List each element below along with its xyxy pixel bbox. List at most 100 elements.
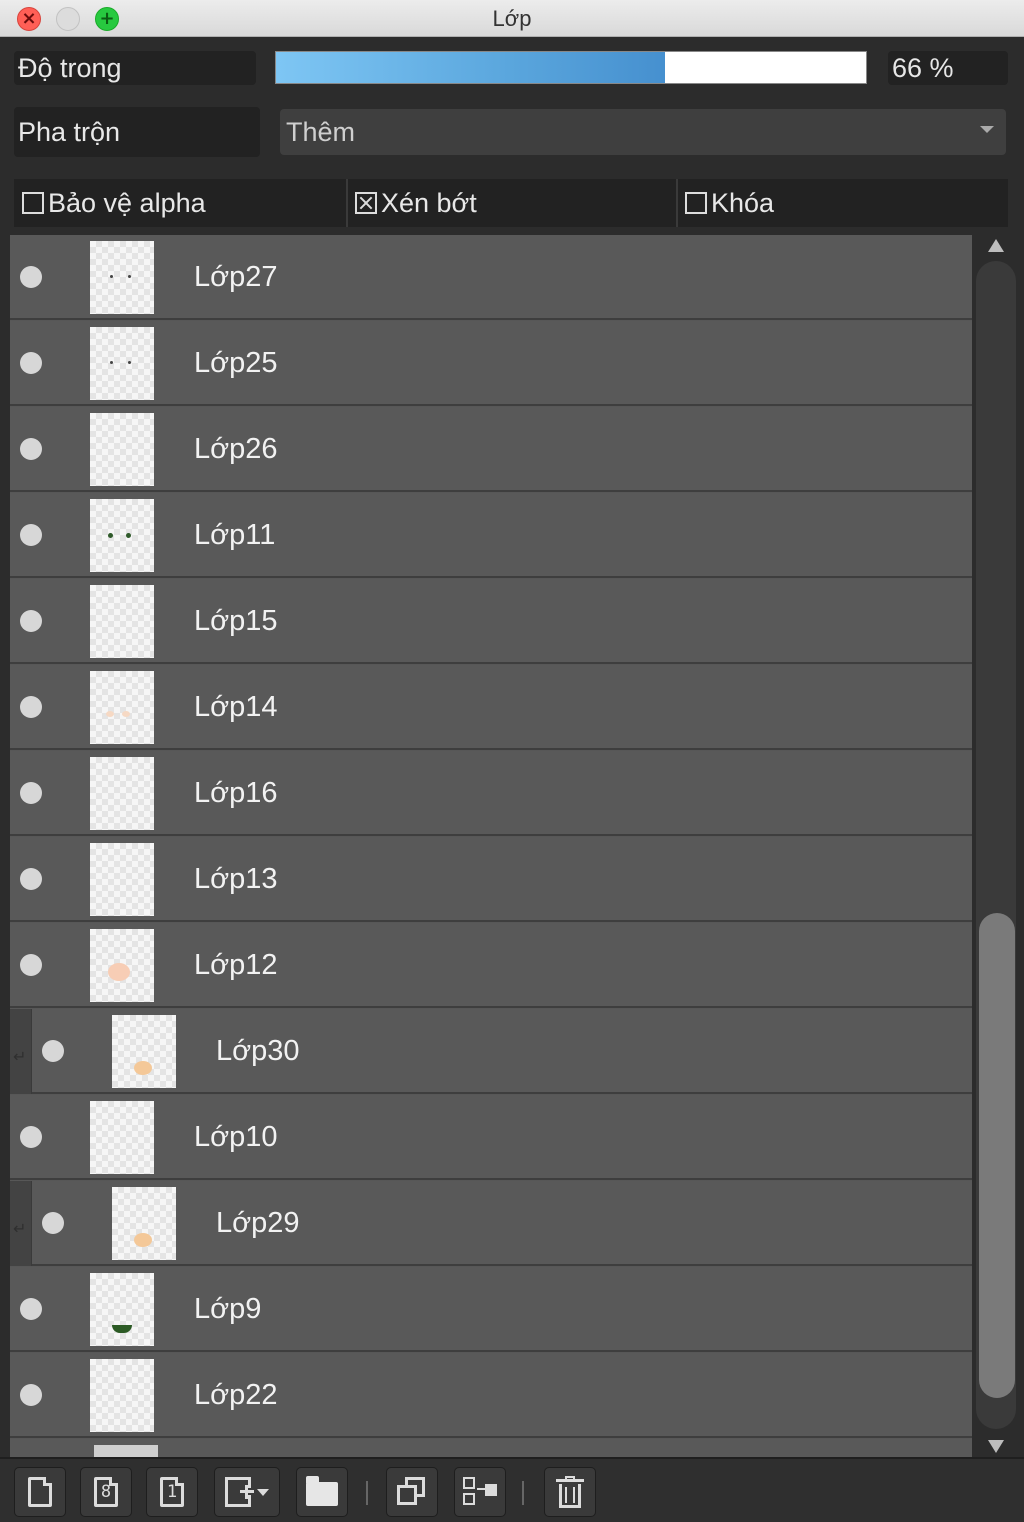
- alpha-protect-label: Bảo vệ alpha: [48, 187, 206, 218]
- layer-thumbnail: [90, 1273, 154, 1346]
- layer-row[interactable]: Lớp13: [10, 837, 972, 922]
- layer-list[interactable]: Lớp27 Lớp25 Lớp26 Lớp11 Lớp15 Lớp14 Lớp16 Lớp13…: [10, 235, 972, 1457]
- clip-arrow-icon: ↵: [13, 1219, 27, 1238]
- layer-row[interactable]: Lớp12: [10, 923, 972, 1008]
- layer-thumbnail: [90, 585, 154, 658]
- layer-row[interactable]: [10, 1439, 972, 1457]
- duplicate-layer-button[interactable]: [386, 1467, 438, 1517]
- layer-name: Lớp15: [194, 605, 278, 637]
- blend-mode-label: Pha trộn: [14, 107, 260, 157]
- folder-icon: [306, 1476, 338, 1506]
- layer-name: Lớp16: [194, 777, 278, 809]
- divider: [676, 179, 678, 227]
- new-1bit-layer-button[interactable]: 1: [146, 1467, 198, 1517]
- layer-name: Lớp22: [194, 1379, 278, 1411]
- layer-row[interactable]: ↵ Lớp29: [10, 1181, 972, 1266]
- layer-thumbnail: [90, 929, 154, 1002]
- delete-layer-button[interactable]: [544, 1467, 596, 1517]
- visibility-toggle-icon[interactable]: [20, 524, 42, 546]
- lock-checkbox[interactable]: Khóa: [685, 179, 774, 227]
- checkbox-icon: [685, 192, 707, 214]
- layer-thumbnail: [90, 413, 154, 486]
- layer-options-bar: Bảo vệ alpha Xén bớt Khóa: [14, 179, 1008, 227]
- layer-thumbnail: [90, 671, 154, 744]
- thumbnail-mark: [110, 361, 113, 364]
- visibility-toggle-icon[interactable]: [20, 352, 42, 374]
- layer-row[interactable]: Lớp16: [10, 751, 972, 836]
- thumbnail-mark: [128, 361, 131, 364]
- duplicate-layer-icon: [397, 1477, 427, 1507]
- scroll-down-arrow-icon[interactable]: [988, 1440, 1004, 1453]
- alpha-protect-checkbox[interactable]: Bảo vệ alpha: [22, 179, 206, 227]
- add-layer-menu-button[interactable]: [214, 1467, 280, 1517]
- thumbnail-mark: [108, 533, 113, 538]
- thumbnail-mark: [106, 711, 114, 717]
- thumbnail-mark: [122, 711, 130, 717]
- layer-name: Lớp26: [194, 433, 278, 465]
- clipping-checkbox[interactable]: Xén bớt: [355, 179, 477, 227]
- blend-mode-select[interactable]: Thêm: [280, 109, 1006, 155]
- clipping-indicator: ↵: [10, 1009, 32, 1094]
- visibility-toggle-icon[interactable]: [20, 438, 42, 460]
- checkbox-icon: [22, 192, 44, 214]
- visibility-toggle-icon[interactable]: [20, 868, 42, 890]
- toolbar-divider: [366, 1481, 368, 1505]
- layer-row[interactable]: Lớp14: [10, 665, 972, 750]
- merge-down-icon: [463, 1477, 497, 1507]
- new-layer-button[interactable]: [14, 1467, 66, 1517]
- scroll-thumb[interactable]: [979, 913, 1015, 1398]
- visibility-toggle-icon[interactable]: [42, 1040, 64, 1062]
- add-layer-menu-icon: [225, 1477, 254, 1507]
- divider: [346, 179, 348, 227]
- opacity-label: Độ trong: [14, 51, 256, 85]
- layer-name: Lớp10: [194, 1121, 278, 1153]
- layer-thumbnail: [112, 1187, 176, 1260]
- clip-arrow-icon: ↵: [13, 1047, 27, 1066]
- trash-icon: [556, 1476, 584, 1508]
- new-folder-button[interactable]: [296, 1467, 348, 1517]
- new-layer-icon: [28, 1477, 52, 1507]
- layer-thumbnail: [90, 241, 154, 314]
- visibility-toggle-icon[interactable]: [20, 782, 42, 804]
- thumbnail-mark: [126, 533, 131, 538]
- layer-row[interactable]: Lớp27: [10, 235, 972, 320]
- layer-row[interactable]: Lớp25: [10, 321, 972, 406]
- thumbnail-mark: [110, 275, 113, 278]
- visibility-toggle-icon[interactable]: [20, 1126, 42, 1148]
- layer-thumbnail: [112, 1015, 176, 1088]
- layer-row[interactable]: Lớp22: [10, 1353, 972, 1438]
- visibility-toggle-icon[interactable]: [20, 1384, 42, 1406]
- layer-name: Lớp29: [216, 1207, 300, 1239]
- layer-row[interactable]: Lớp15: [10, 579, 972, 664]
- layer-name: Lớp12: [194, 949, 278, 981]
- layer-toolbar: 8 1: [0, 1457, 1024, 1522]
- lock-label: Khóa: [711, 187, 775, 218]
- layer-thumbnail: [90, 757, 154, 830]
- layer-row[interactable]: ↵ Lớp30: [10, 1009, 972, 1094]
- layer-row[interactable]: Lớp9: [10, 1267, 972, 1352]
- layer-name: Lớp30: [216, 1035, 300, 1067]
- visibility-toggle-icon[interactable]: [42, 1212, 64, 1234]
- thumbnail-mark: [108, 963, 130, 981]
- visibility-toggle-icon[interactable]: [20, 1298, 42, 1320]
- visibility-toggle-icon[interactable]: [20, 696, 42, 718]
- scroll-track[interactable]: [976, 261, 1016, 1429]
- merge-down-button[interactable]: [454, 1467, 506, 1517]
- visibility-toggle-icon[interactable]: [20, 610, 42, 632]
- layer-panel: Độ trong 66 % Pha trộn Thêm Bảo vệ alpha…: [0, 37, 1024, 1522]
- visibility-toggle-icon[interactable]: [20, 954, 42, 976]
- visibility-toggle-icon[interactable]: [20, 266, 42, 288]
- layer-thumbnail: [90, 499, 154, 572]
- layer-list-scrollbar[interactable]: [974, 235, 1018, 1457]
- clipping-indicator: ↵: [10, 1181, 32, 1266]
- scroll-up-arrow-icon[interactable]: [988, 239, 1004, 252]
- layer-row[interactable]: Lớp26: [10, 407, 972, 492]
- opacity-slider[interactable]: [275, 51, 867, 84]
- new-8bit-layer-button[interactable]: 8: [80, 1467, 132, 1517]
- layer-row[interactable]: Lớp10: [10, 1095, 972, 1180]
- opacity-value-field[interactable]: 66 %: [888, 51, 1008, 85]
- layer-name: Lớp13: [194, 863, 278, 895]
- layer-name: Lớp11: [194, 519, 276, 551]
- layer-name: Lớp9: [194, 1293, 262, 1325]
- layer-row[interactable]: Lớp11: [10, 493, 972, 578]
